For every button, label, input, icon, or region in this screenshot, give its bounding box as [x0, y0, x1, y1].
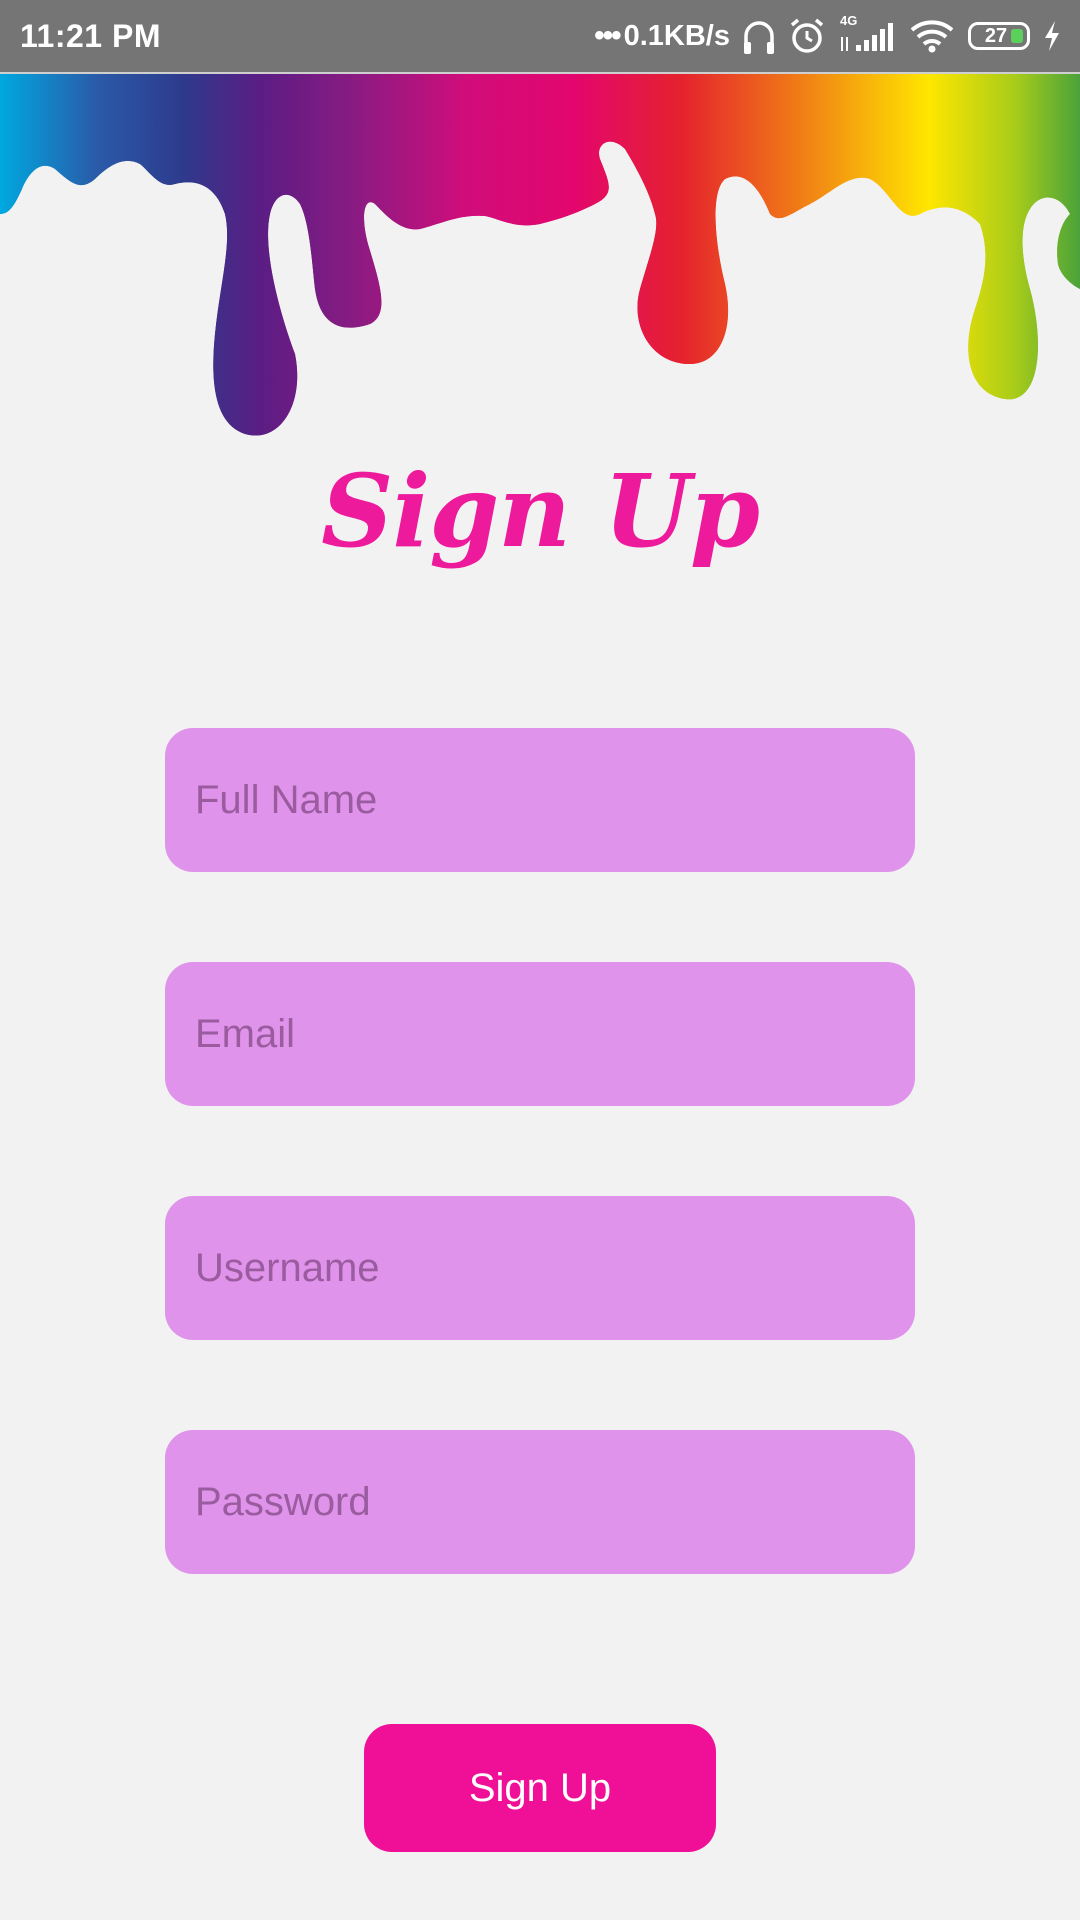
headphones-icon — [742, 16, 776, 56]
wifi-icon — [908, 18, 956, 54]
battery-icon: 27 — [968, 22, 1030, 50]
email-input[interactable] — [195, 962, 915, 1106]
password-input[interactable] — [195, 1430, 915, 1574]
charging-icon — [1042, 19, 1062, 53]
username-input[interactable] — [195, 1196, 915, 1340]
network-speed: 0.1KB/s — [623, 19, 730, 52]
sign-up-button[interactable]: Sign Up — [364, 1724, 716, 1852]
paint-drip-header — [0, 74, 1080, 454]
network-type-label: 4G — [840, 13, 858, 28]
full-name-input[interactable] — [195, 728, 915, 872]
status-icons: ••• 0.1KB/s 4G 27 — [594, 13, 1062, 56]
status-time: 11:21 PM — [20, 17, 161, 54]
full-name-field[interactable] — [165, 728, 915, 872]
username-field[interactable] — [165, 1196, 915, 1340]
status-bar: 11:21 PM ••• 0.1KB/s 4G 27 — [0, 0, 1080, 72]
email-field[interactable] — [165, 962, 915, 1106]
alarm-icon — [788, 17, 826, 55]
password-field[interactable] — [165, 1430, 915, 1574]
page-title: Sign Up — [321, 452, 760, 570]
battery-level: 27 — [984, 24, 1008, 47]
notification-dots: ••• — [594, 19, 621, 52]
signal-icon: 4G — [838, 13, 896, 53]
